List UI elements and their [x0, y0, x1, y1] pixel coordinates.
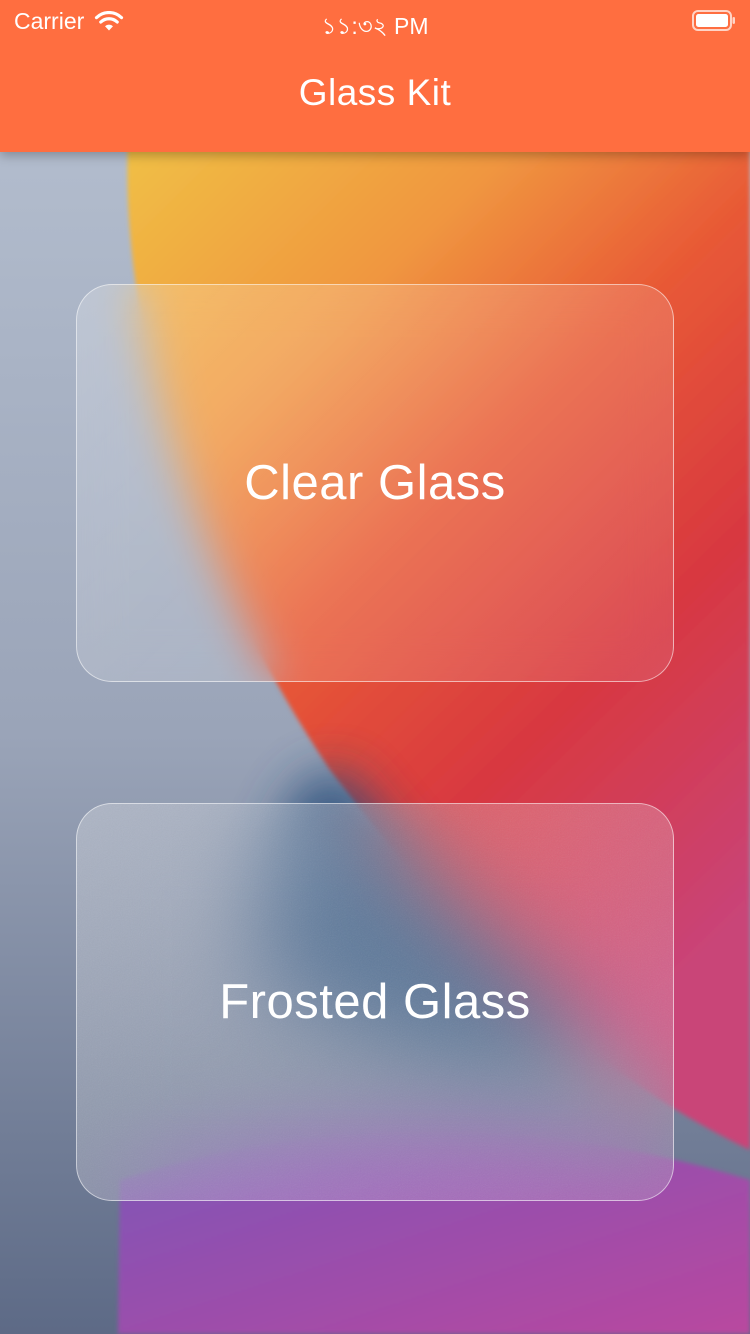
page-title: Glass Kit	[298, 72, 452, 113]
status-bar: Carrier ১১:৩২ PM	[0, 0, 750, 40]
status-time: ১১:৩২ PM	[321, 13, 429, 39]
screen: Carrier ১১:৩২ PM Glass Kit Clear Glass F…	[0, 0, 750, 1334]
app-header: Carrier ১১:৩২ PM Glass Kit	[0, 0, 750, 152]
clear-glass-label: Clear Glass	[244, 456, 506, 510]
frosted-glass-label: Frosted Glass	[219, 975, 531, 1029]
clear-glass-card[interactable]: Clear Glass	[76, 284, 674, 682]
frosted-glass-card[interactable]: Frosted Glass	[76, 803, 674, 1201]
battery-icon	[692, 10, 735, 31]
